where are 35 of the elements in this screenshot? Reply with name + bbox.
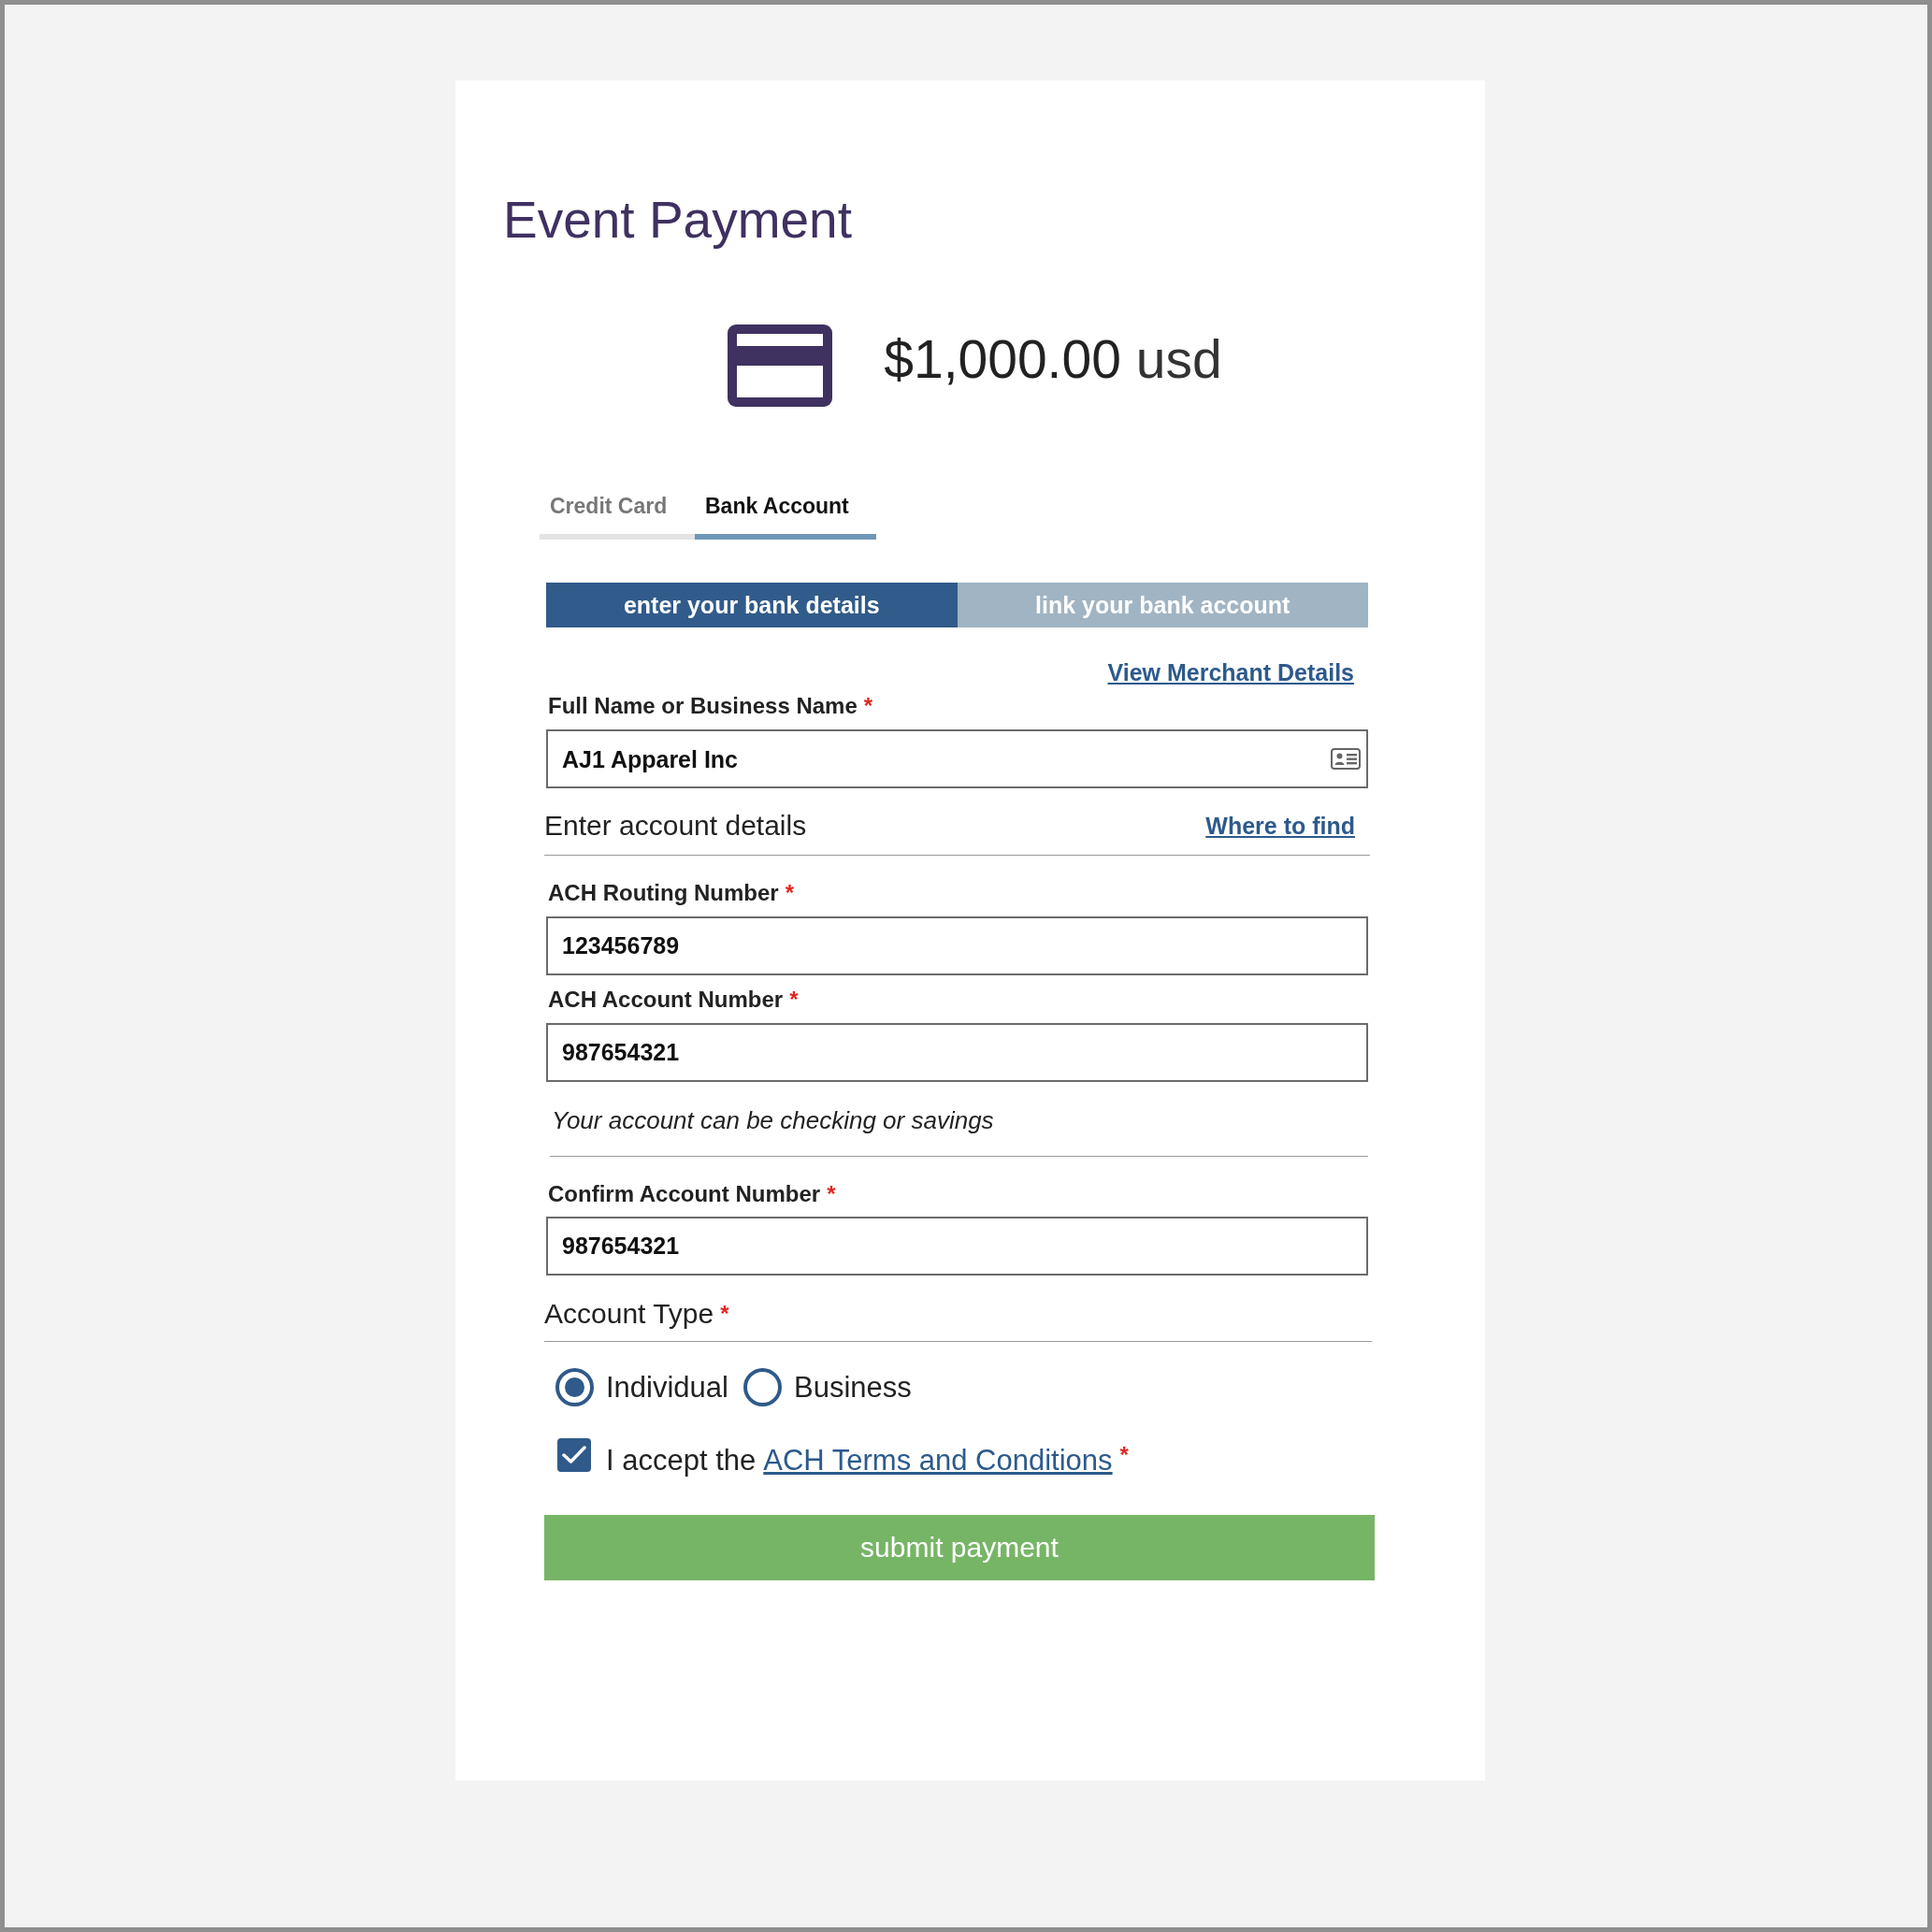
radio-label[interactable]: Business (794, 1370, 912, 1405)
account-hint: Your account can be checking or savings (552, 1105, 994, 1135)
section-heading: Account Type (544, 1297, 714, 1331)
terms-link[interactable]: ACH Terms and Conditions (763, 1444, 1113, 1478)
text-input[interactable]: 987654321 (546, 1217, 1368, 1276)
required-asterisk: * (789, 987, 799, 1013)
required-asterisk: * (863, 693, 873, 719)
text-input[interactable]: 123456789 (546, 916, 1368, 975)
page-title: Event Payment (503, 190, 852, 251)
amount-value: $1,000.00 (884, 328, 1121, 391)
credit-card-icon (728, 324, 833, 407)
field-label: ACH Routing Number (548, 880, 779, 906)
radio-button[interactable] (555, 1368, 594, 1406)
payment-tab[interactable]: Bank Account (695, 493, 876, 540)
name-input[interactable]: AJ1 Apparel Inc (546, 729, 1368, 788)
field-label: Confirm Account Number (548, 1181, 821, 1207)
required-asterisk: * (827, 1181, 836, 1207)
id-card-icon (1331, 748, 1361, 770)
where-to-find-link[interactable]: Where to find (1205, 813, 1355, 839)
radio-button[interactable] (743, 1368, 782, 1406)
field-label: ACH Account Number (548, 987, 784, 1013)
required-asterisk: * (720, 1301, 729, 1327)
field-label: Full Name or Business Name (548, 693, 858, 719)
check-icon (562, 1446, 586, 1464)
checkbox[interactable] (557, 1438, 591, 1472)
terms-text: I accept the ACH Terms and Conditions * (606, 1444, 1129, 1478)
payment-tab[interactable]: Credit Card (540, 493, 695, 540)
entry-mode-tab[interactable]: enter your bank details (546, 583, 958, 627)
radio-label[interactable]: Individual (606, 1370, 728, 1405)
currency-code: usd (1135, 328, 1222, 391)
required-asterisk: * (1119, 1444, 1129, 1466)
merchant-details-link[interactable]: View Merchant Details (1107, 659, 1354, 685)
text-input[interactable]: 987654321 (546, 1023, 1368, 1082)
required-asterisk: * (785, 880, 794, 906)
section-heading: Enter account details (544, 809, 807, 843)
